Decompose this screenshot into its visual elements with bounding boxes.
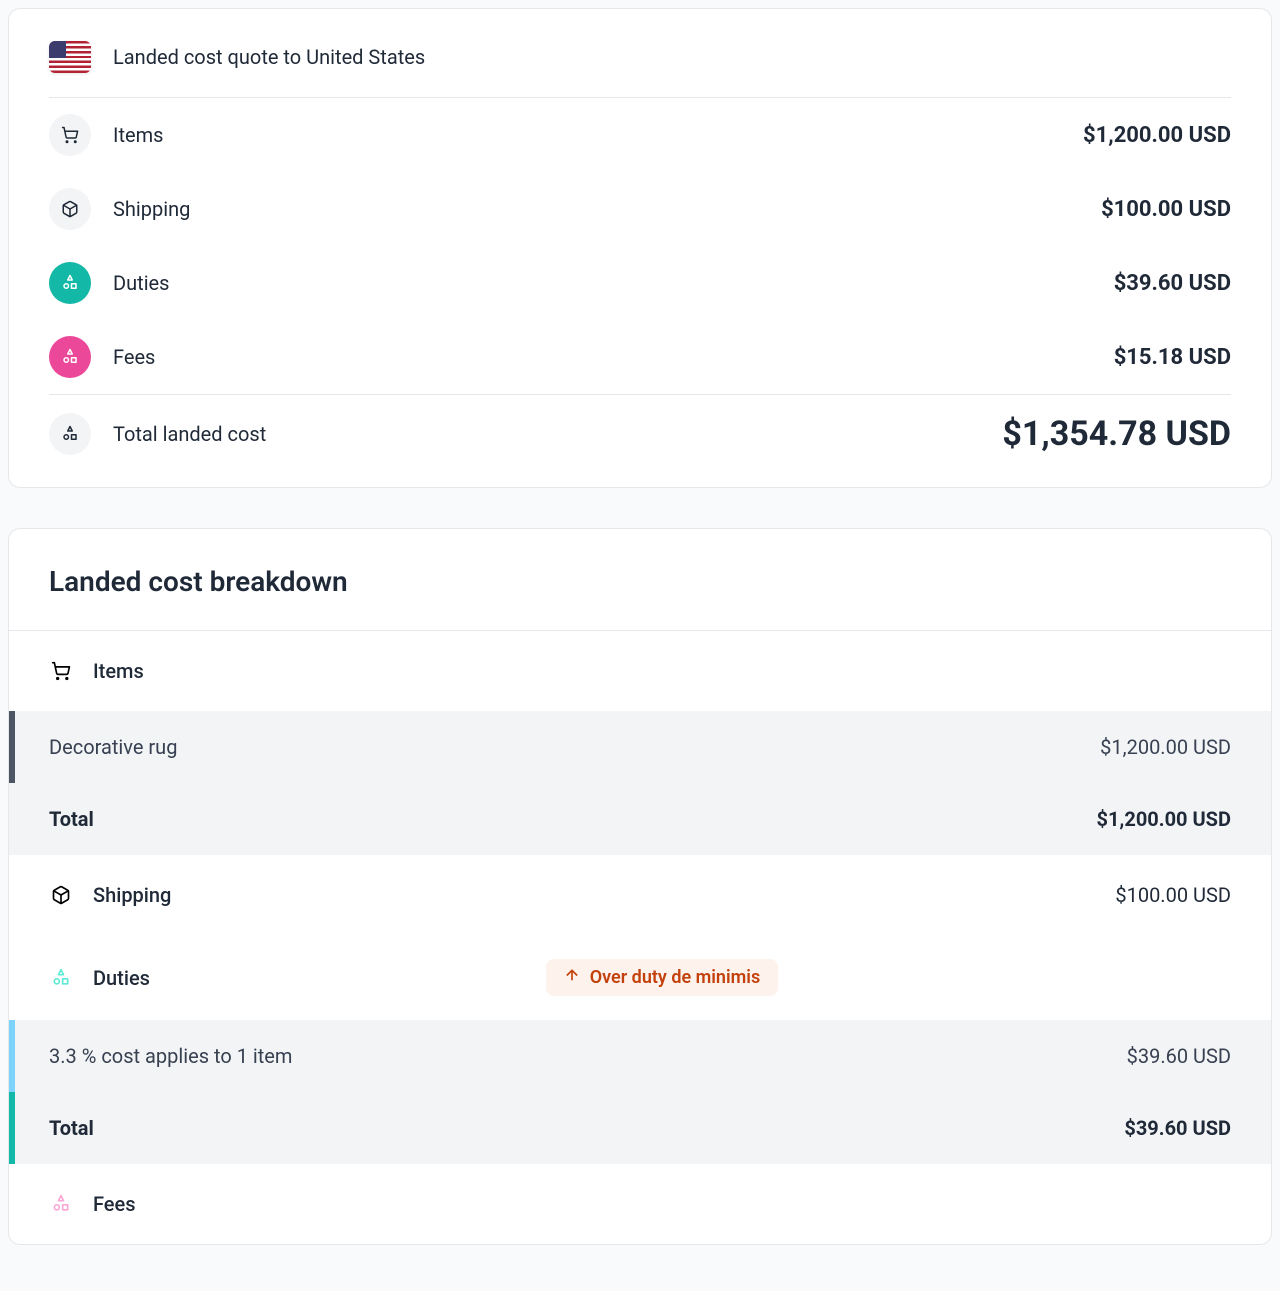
breakdown-duties-block: 3.3 % cost applies to 1 item $39.60 USD … (9, 1020, 1271, 1164)
summary-card: Landed cost quote to United States Items… (8, 8, 1272, 488)
breakdown-duty-value: $39.60 USD (1127, 1044, 1231, 1068)
total-icon (49, 413, 91, 455)
breakdown-fees-header: Fees (9, 1164, 1271, 1244)
breakdown-duties-total-label: Total (49, 1116, 94, 1140)
duties-icon (49, 262, 91, 304)
package-icon (49, 188, 91, 230)
summary-header: Landed cost quote to United States (9, 9, 1271, 97)
cart-icon (49, 659, 73, 683)
summary-total-row: Total landed cost $1,354.78 USD (49, 394, 1231, 487)
duties-icon (49, 966, 73, 990)
total-label: Total landed cost (113, 422, 1002, 446)
breakdown-shipping-header: Shipping $100.00 USD (9, 855, 1271, 935)
arrow-up-icon (564, 967, 580, 988)
breakdown-title: Landed cost breakdown (49, 565, 1231, 598)
summary-shipping-row: Shipping $100.00 USD (9, 172, 1271, 246)
breakdown-shipping-label: Shipping (93, 883, 1115, 907)
breakdown-item-value: $1,200.00 USD (1100, 735, 1231, 759)
shipping-label: Shipping (113, 197, 1101, 221)
breakdown-duty-row: 3.3 % cost applies to 1 item $39.60 USD (9, 1020, 1271, 1092)
cart-icon (49, 114, 91, 156)
breakdown-items-block: Decorative rug $1,200.00 USD Total $1,20… (9, 711, 1271, 855)
summary-fees-row: Fees $15.18 USD (9, 320, 1271, 394)
breakdown-item-name: Decorative rug (49, 735, 177, 759)
us-flag-icon (49, 41, 91, 73)
duties-value: $39.60 USD (1114, 271, 1231, 296)
breakdown-items-total-value: $1,200.00 USD (1096, 807, 1231, 831)
breakdown-duty-description: 3.3 % cost applies to 1 item (49, 1044, 292, 1068)
duties-badge: Over duty de minimis (546, 959, 779, 996)
breakdown-card: Landed cost breakdown Items Decorative r… (8, 528, 1272, 1245)
breakdown-duties-total-row: Total $39.60 USD (9, 1092, 1271, 1164)
fees-icon (49, 336, 91, 378)
breakdown-duties-total-value: $39.60 USD (1124, 1116, 1231, 1140)
total-value: $1,354.78 USD (1002, 414, 1231, 454)
fees-label: Fees (113, 345, 1114, 369)
duties-label: Duties (113, 271, 1114, 295)
breakdown-shipping-value: $100.00 USD (1115, 883, 1231, 907)
breakdown-header: Landed cost breakdown (9, 529, 1271, 631)
package-icon (49, 883, 73, 907)
summary-duties-row: Duties $39.60 USD (9, 246, 1271, 320)
summary-title: Landed cost quote to United States (113, 45, 425, 69)
breakdown-duties-header: Duties Over duty de minimis (9, 935, 1271, 1020)
summary-items-row: Items $1,200.00 USD (9, 98, 1271, 172)
items-value: $1,200.00 USD (1083, 123, 1231, 148)
shipping-value: $100.00 USD (1101, 197, 1231, 222)
breakdown-items-label: Items (93, 659, 1231, 683)
breakdown-duties-label: Duties (93, 966, 472, 990)
breakdown-items-total-row: Total $1,200.00 USD (9, 783, 1271, 855)
fees-value: $15.18 USD (1114, 345, 1231, 370)
breakdown-items-total-label: Total (49, 807, 94, 831)
breakdown-item-row: Decorative rug $1,200.00 USD (9, 711, 1271, 783)
items-label: Items (113, 123, 1083, 147)
fees-icon (49, 1192, 73, 1216)
duties-badge-text: Over duty de minimis (590, 967, 761, 988)
breakdown-items-header: Items (9, 631, 1271, 711)
breakdown-fees-label: Fees (93, 1192, 1231, 1216)
